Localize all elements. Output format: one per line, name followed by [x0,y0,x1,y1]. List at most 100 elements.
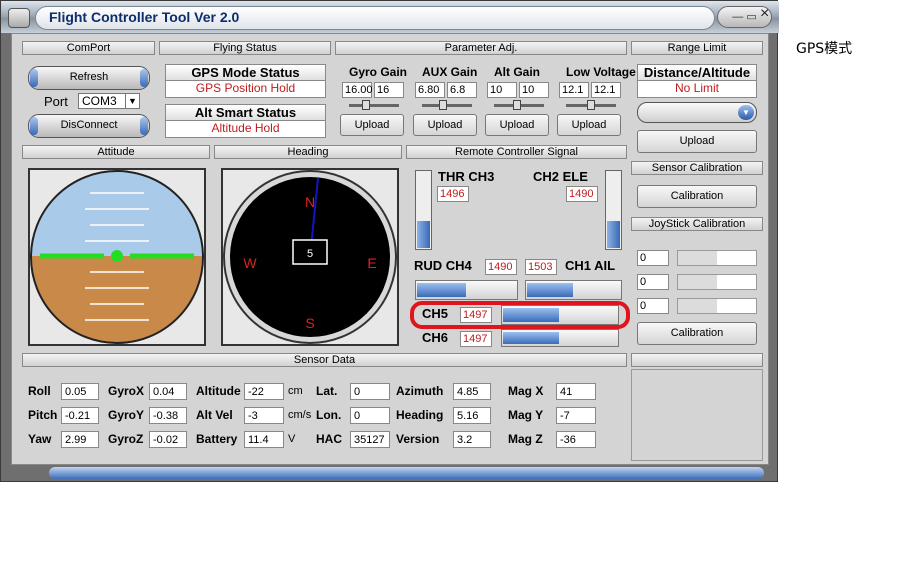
battery-unit: V [288,433,296,445]
ch6-bar-fill [503,332,559,344]
thr-label: THR CH3 [438,169,495,184]
joystick-bar-3 [677,298,757,314]
param-set-input[interactable]: 6.8 [447,82,477,98]
system-menu-button[interactable] [8,8,30,28]
battery-value: 11.4 [244,431,284,448]
slider-thumb[interactable] [439,100,447,110]
ch5-bar-fill [503,308,559,322]
altitude-unit: cm [288,385,303,397]
param-slider[interactable] [494,100,544,110]
magx-value: 41 [556,383,596,400]
gyrox-label: GyroX [108,384,145,398]
chevron-down-icon[interactable]: ▼ [738,105,754,120]
ail-bar-fill [527,283,573,297]
compass-w: W [243,255,257,271]
param-current-value: 10 [487,82,517,98]
pitch-value: -0.21 [61,407,99,424]
rc-signal-header: Remote Controller Signal [406,145,627,159]
param-set-input[interactable]: 16 [374,82,404,98]
port-value: COM3 [82,94,117,108]
version-label: Version [396,432,440,446]
disconnect-button[interactable]: DisConnect [28,114,150,138]
window-title: Flight Controller Tool Ver 2.0 [49,9,240,25]
gyroy-value: -0.38 [149,407,187,424]
param-upload-button[interactable]: Upload [340,114,404,136]
lon-label: Lon. [316,408,342,422]
port-select[interactable]: COM3 ▼ [78,93,140,109]
alt-status-title: Alt Smart Status [166,105,325,121]
slider-thumb[interactable] [587,100,595,110]
lon-value: 0 [350,407,390,424]
blank-header [631,353,763,367]
blank-panel [631,369,763,461]
param-slider[interactable] [422,100,472,110]
close-icon[interactable]: × [760,5,769,23]
azimuth-value: 4.85 [453,383,491,400]
param-slider[interactable] [566,100,616,110]
altitude-label: Altitude [196,384,241,398]
roll-value: 0.05 [61,383,99,400]
heading-value: 5.16 [453,407,491,424]
joystick-value-3: 0 [637,298,669,314]
version-value: 3.2 [453,431,491,448]
refresh-button[interactable]: Refresh [28,66,150,90]
compass: 5 N E S W [223,170,397,344]
thr-value: 1496 [437,186,469,202]
rud-bar-fill [417,283,466,297]
range-limit-dropdown[interactable]: ▼ [637,102,757,123]
ail-bar [525,280,622,300]
alt-status-value: Altitude Hold [211,121,280,135]
param-label: AUX Gain [422,65,478,79]
ch5-label: CH5 [422,306,449,321]
range-limit-value: No Limit [674,81,719,95]
ail-label: CH1 AIL [565,258,616,273]
param-set-input[interactable]: 12.1 [591,82,621,98]
slider-track [349,104,399,107]
status-strip [49,467,764,479]
comport-header: ComPort [22,41,155,55]
alt-status-box: Alt Smart Status Altitude Hold [165,104,326,138]
main-window: Flight Controller Tool Ver 2.0 — ▭ × Com… [0,0,779,482]
flying-status-header: Flying Status [159,41,331,55]
heading-value: 5 [307,248,313,260]
attitude-indicator [30,170,204,344]
altvel-unit: cm/s [288,409,312,421]
pitch-label: Pitch [28,408,58,422]
param-upload-button[interactable]: Upload [485,114,549,136]
slider-thumb[interactable] [362,100,370,110]
joystick-value-1: 0 [637,250,669,266]
battery-label: Battery [196,432,238,446]
joystick-calibration-button[interactable]: Calibration [637,322,757,345]
gps-status-value: GPS Position Hold [195,81,296,95]
param-slider[interactable] [349,100,399,110]
slider-thumb[interactable] [513,100,521,110]
ele-bar [605,170,622,250]
ch6-value: 1497 [460,331,492,347]
range-upload-button[interactable]: Upload [637,130,757,153]
altitude-value: -22 [244,383,284,400]
sensor-calibration-button[interactable]: Calibration [637,185,757,208]
gyrox-value: 0.04 [149,383,187,400]
ail-value: 1503 [525,259,557,275]
param-upload-button[interactable]: Upload [413,114,477,136]
gps-status-title: GPS Mode Status [166,65,325,81]
ch6-bar [501,329,619,347]
client-area: ComPort Flying Status Parameter Adj. Ran… [11,33,769,465]
thr-bar [415,170,432,250]
altvel-value: -3 [244,407,284,424]
joystick-bar-1 [677,250,757,266]
ele-label: CH2 ELE [533,169,588,184]
param-upload-button[interactable]: Upload [557,114,621,136]
chevron-down-icon[interactable]: ▼ [125,94,139,108]
gyroy-label: GyroY [108,408,145,422]
param-set-input[interactable]: 10 [519,82,549,98]
magy-label: Mag Y [508,408,544,422]
magx-label: Mag X [508,384,544,398]
slider-track [422,104,472,107]
heading-panel: 5 N E S W [221,168,399,346]
attitude-panel [28,168,206,346]
roll-label: Roll [28,384,51,398]
sensor-data-header: Sensor Data [22,353,627,367]
compass-e: E [367,255,376,271]
ch5-bar [501,305,619,325]
